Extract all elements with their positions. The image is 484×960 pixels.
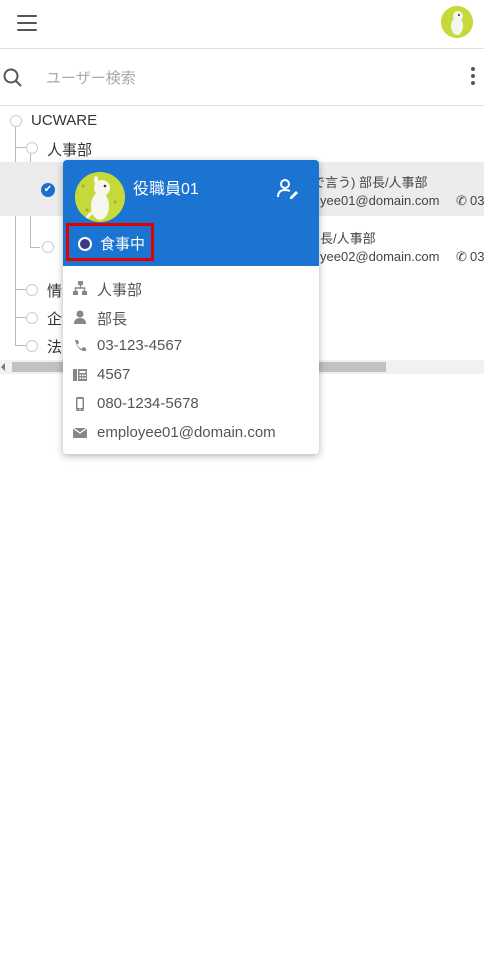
presence-status-label: 食事中 [100, 236, 146, 253]
user-row-name: で言う) 部長/人事部 [312, 175, 428, 190]
profile-avatar [75, 172, 125, 222]
info-row-position: 部長 [63, 305, 319, 329]
info-row-department: 人事部 [63, 276, 319, 300]
profile-mobile[interactable]: 080-1234-5678 [97, 395, 199, 412]
user-avatar-icon[interactable] [441, 6, 473, 38]
user-row-phone: 03 [470, 193, 484, 208]
profile-name: 役職員01 [133, 181, 199, 198]
tree-node-circle[interactable] [26, 284, 38, 296]
user-profile-popup: 役職員01 食事中 人事部 部長 03-123-4567 4567 080-12… [63, 160, 319, 454]
profile-email[interactable]: employee01@domain.com [97, 424, 276, 441]
mobile-phone-icon [76, 397, 84, 411]
tree-dept-label[interactable]: 人事部 [47, 139, 92, 160]
tree-dept-label[interactable]: 法 [47, 336, 62, 357]
search-icon [3, 68, 22, 87]
extension-phone-icon [73, 369, 87, 381]
phone-icon: ✆ [456, 193, 467, 208]
tree-dept-label[interactable]: 情 [47, 280, 62, 301]
hamburger-icon[interactable] [17, 15, 37, 31]
info-row-phone: 03-123-4567 [63, 334, 319, 358]
tree-node-circle[interactable] [10, 115, 22, 127]
phone-icon [75, 340, 86, 352]
profile-extension[interactable]: 4567 [97, 366, 130, 383]
tree-node-circle[interactable] [26, 312, 38, 324]
tree-node-circle[interactable] [42, 241, 54, 253]
scroll-left-icon[interactable] [1, 363, 5, 371]
popup-header: 役職員01 食事中 [63, 160, 319, 266]
user-row-name: 長/人事部 [320, 231, 376, 246]
user-row-email: yee01@domain.com [320, 193, 440, 208]
search-input[interactable] [44, 64, 428, 92]
edit-user-icon[interactable] [277, 178, 299, 200]
profile-phone[interactable]: 03-123-4567 [97, 337, 182, 354]
tree-root-label[interactable]: UCWARE [31, 112, 97, 129]
tree-node-circle[interactable] [26, 340, 38, 352]
user-row-phone: 03 [470, 249, 484, 264]
top-app-bar [0, 0, 484, 49]
info-row-email: employee01@domain.com [63, 421, 319, 445]
person-icon [74, 310, 86, 324]
status-dot-icon [78, 237, 92, 251]
org-chart-icon [73, 281, 87, 295]
tree-node-circle[interactable] [26, 142, 38, 154]
more-options-icon[interactable] [468, 67, 478, 87]
info-row-extension: 4567 [63, 363, 319, 387]
tree-dept-label[interactable]: 企 [47, 308, 62, 329]
info-row-mobile: 080-1234-5678 [63, 392, 319, 416]
user-row-email: yee02@domain.com [320, 249, 440, 264]
profile-position: 部長 [97, 311, 128, 328]
phone-icon: ✆ [456, 249, 467, 264]
profile-department: 人事部 [97, 282, 143, 299]
presence-status-button[interactable]: 食事中 [66, 223, 154, 261]
mail-icon [72, 427, 88, 438]
checked-icon[interactable]: ✔ [41, 183, 55, 197]
